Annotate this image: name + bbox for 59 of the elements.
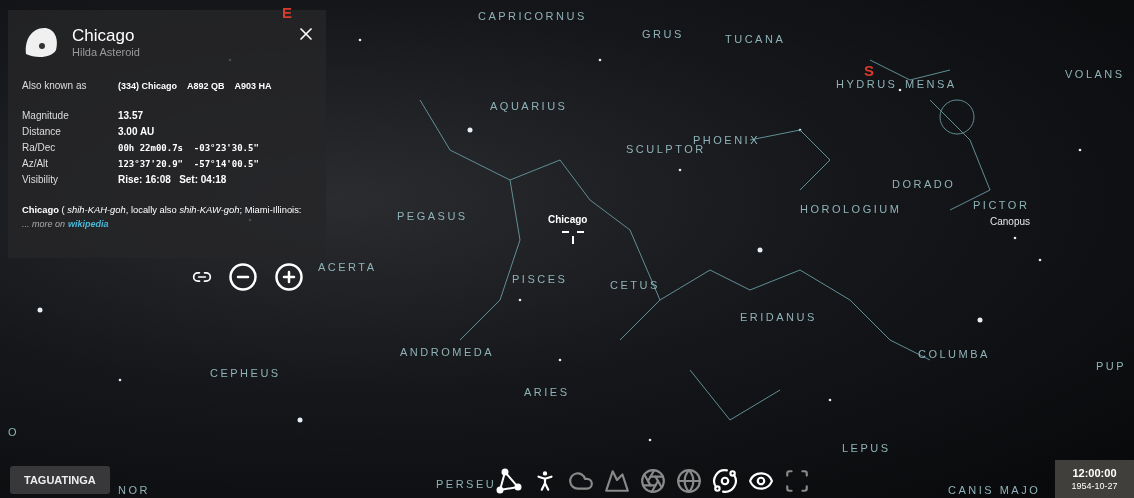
constellation-label: PISCES <box>512 273 568 285</box>
constellation-label: AQUARIUS <box>490 100 568 112</box>
globe-icon[interactable] <box>674 466 704 496</box>
object-label: Chicago <box>548 214 588 225</box>
field-value: 3.00 AU <box>118 125 156 139</box>
constellation-label: HOROLOGIUM <box>800 203 902 215</box>
field-label: Visibility <box>22 173 59 187</box>
more-text: ... more on <box>22 219 66 229</box>
cardinal-point-label: E <box>282 4 292 21</box>
constellation-lines-icon[interactable] <box>494 466 524 496</box>
constellation-label: NOR <box>118 484 150 496</box>
constellation-label: CANIS MAJO <box>948 484 1041 496</box>
field-value: Rise: 16:08 Set: 04:18 <box>118 173 228 187</box>
object-title: Chicago <box>72 26 136 46</box>
field-label: Magnitude <box>22 109 70 123</box>
cardinal-point-label: S <box>864 62 874 79</box>
constellation-label: HYDRUS <box>836 78 898 90</box>
orbit-icon[interactable] <box>710 466 740 496</box>
constellation-label: O <box>8 426 20 438</box>
field-label: Distance <box>22 125 62 139</box>
constellation-label: VOLANS <box>1065 68 1125 80</box>
alias-name: (334) Chicago <box>118 80 177 93</box>
date-time-button[interactable]: 12:00:00 1954-10-27 <box>1055 460 1134 498</box>
zoom-in-icon[interactable] <box>274 262 304 292</box>
constellation-label: PHOENIX <box>693 134 760 146</box>
field-value: 13.57 <box>118 109 145 123</box>
object-type: Hilda Asteroid <box>72 46 140 58</box>
aperture-icon[interactable] <box>638 466 668 496</box>
constellation-label: PICTOR <box>973 199 1030 211</box>
field-label: Ra/Dec <box>22 141 57 155</box>
constellation-label: COLUMBA <box>918 348 990 360</box>
constellation-label: DORADO <box>892 178 956 190</box>
constellation-label: PEGASUS <box>397 210 468 222</box>
constellation-label: ACERTA <box>318 261 377 273</box>
description-text: Chicago ( shih-KAH-goh, locally also shih-KAW-goh; Miami-Illinois: <box>22 204 303 215</box>
location-button[interactable]: TAGUATINGA <box>10 466 110 494</box>
constellation-label: PUP <box>1096 360 1127 372</box>
alias-name: A892 QB <box>187 80 225 93</box>
field-label: Az/Alt <box>22 157 50 171</box>
alias-name: A903 HA <box>234 80 272 93</box>
field-value: 00h 22m00.7s -03°23'30.5" <box>118 142 260 155</box>
star-label: Canopus <box>990 216 1031 227</box>
constellation-label: ANDROMEDA <box>400 346 494 358</box>
wikipedia-link[interactable]: wikipedia <box>68 219 109 229</box>
constellation-label: ERIDANUS <box>740 311 817 323</box>
field-label: Also known as <box>22 79 88 93</box>
constellation-label: PERSEU <box>436 478 497 490</box>
selection-reticle-icon <box>562 230 584 244</box>
zoom-out-icon[interactable] <box>228 262 258 292</box>
constellation-label: LEPUS <box>842 442 891 454</box>
field-value: 123°37'20.9" -57°14'00.5" <box>118 158 260 171</box>
constellation-label: TUCANA <box>725 33 786 45</box>
constellation-label: CAPRICORNUS <box>478 10 587 22</box>
constellation-label: ARIES <box>524 386 570 398</box>
constellation-label: SCULPTOR <box>626 143 706 155</box>
constellation-label: MENSA <box>905 78 957 90</box>
constellation-label: CETUS <box>610 279 660 291</box>
constellation-label: GRUS <box>642 28 684 40</box>
constellation-label: CEPHEUS <box>210 367 281 379</box>
